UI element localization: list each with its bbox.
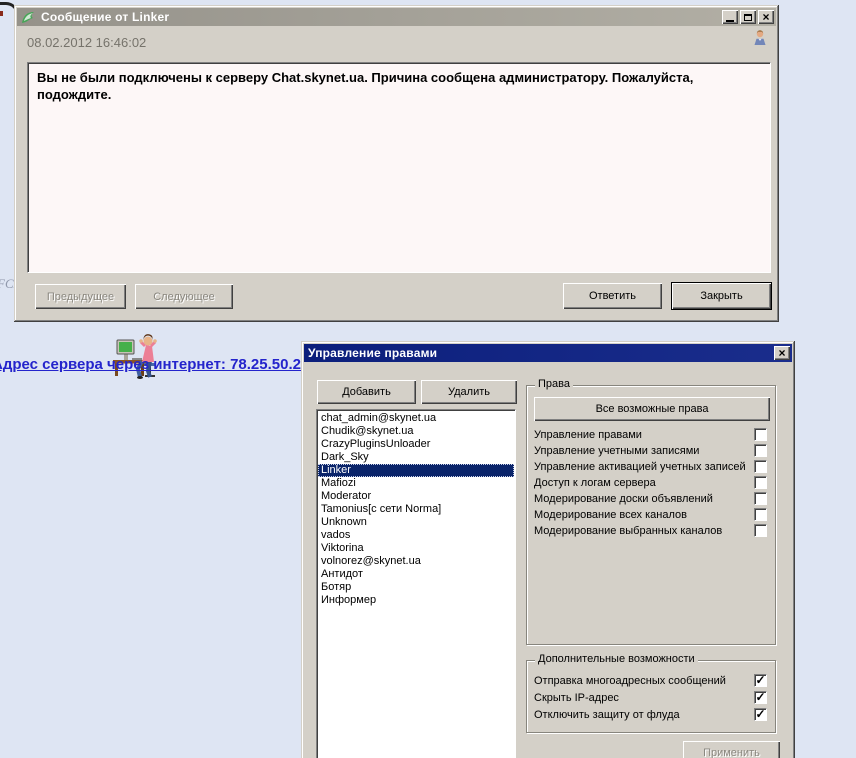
message-window-titlebar[interactable]: Сообщение от Linker × — [17, 8, 776, 26]
list-item[interactable]: CrazyPluginsUnloader — [318, 438, 514, 451]
list-item[interactable]: chat_admin@skynet.ua — [318, 412, 514, 425]
message-window-title: Сообщение от Linker — [41, 10, 170, 24]
list-item[interactable]: Unknown — [318, 516, 514, 529]
rights-window: Управление правами × Добавить Удалить ch… — [301, 341, 795, 758]
extra-label: Скрыть IP-адрес — [534, 692, 619, 704]
server-address-link[interactable]: Адрес сервера через интернет: 78.25.50.2… — [0, 356, 318, 373]
user-avatar-icon — [753, 29, 767, 48]
list-item[interactable]: Mafiozi — [318, 477, 514, 490]
rights-window-titlebar[interactable]: Управление правами × — [304, 344, 792, 362]
checkbox[interactable] — [754, 460, 767, 473]
list-item[interactable]: Viktorina — [318, 542, 514, 555]
add-user-button[interactable]: Добавить — [317, 380, 416, 404]
list-item[interactable]: Moderator — [318, 490, 514, 503]
checkbox[interactable] — [754, 428, 767, 441]
list-item[interactable]: volnorez@skynet.ua — [318, 555, 514, 568]
message-window: Сообщение от Linker × 08.02.2012 16:46:0… — [14, 5, 779, 322]
list-item-selected[interactable]: Linker — [318, 464, 514, 477]
right-label: Управление учетными записями — [534, 445, 700, 457]
rights-window-title: Управление правами — [308, 346, 438, 360]
close-window-button[interactable]: × — [774, 346, 790, 360]
right-label: Доступ к логам сервера — [534, 477, 656, 489]
rights-groupbox: Права Все возможные права Управление пра… — [526, 378, 776, 645]
maximize-button[interactable] — [740, 10, 756, 24]
right-label: Модерирование всех каналов — [534, 509, 687, 521]
next-message-button: Следующее — [135, 284, 233, 309]
extra-abilities-groupbox: Дополнительные возможности Отправка мног… — [526, 653, 776, 733]
checkbox[interactable] — [754, 691, 767, 704]
list-item[interactable]: vados — [318, 529, 514, 542]
message-timestamp: 08.02.2012 16:46:02 — [27, 35, 147, 50]
checkbox[interactable] — [754, 492, 767, 505]
checkbox[interactable] — [754, 444, 767, 457]
right-label: Управление активацией учетных записей — [534, 461, 746, 473]
list-item[interactable]: Tamonius[с сети Norma] — [318, 503, 514, 516]
checkbox[interactable] — [754, 524, 767, 537]
user-listbox[interactable]: chat_admin@skynet.ua Chudik@skynet.ua Cr… — [316, 409, 516, 758]
extra-label: Отправка многоадресных сообщений — [534, 675, 726, 687]
reply-button[interactable]: Ответить — [563, 283, 662, 309]
background-window-fragment — [0, 11, 3, 16]
close-window-button[interactable]: × — [758, 10, 774, 24]
list-item[interactable]: Ботяр — [318, 581, 514, 594]
checkbox[interactable] — [754, 708, 767, 721]
checkbox[interactable] — [754, 674, 767, 687]
previous-message-button: Предыдущее — [35, 284, 126, 309]
list-item[interactable]: Dark_Sky — [318, 451, 514, 464]
all-rights-button[interactable]: Все возможные права — [534, 397, 770, 421]
minimize-button[interactable] — [722, 10, 738, 24]
extra-groupbox-label: Дополнительные возможности — [535, 653, 698, 665]
right-label: Модерирование доски объявлений — [534, 493, 713, 505]
list-item[interactable]: Chudik@skynet.ua — [318, 425, 514, 438]
checkbox[interactable] — [754, 476, 767, 489]
apply-button: Применить — [683, 741, 780, 758]
rights-groupbox-label: Права — [535, 378, 573, 390]
desktop: FCL Адрес сервера через интернет: 78.25.… — [0, 0, 856, 758]
message-body-text: Вы не были подключены к серверу Chat.sky… — [37, 70, 694, 102]
list-item[interactable]: Информер — [318, 594, 514, 607]
checkbox[interactable] — [754, 508, 767, 521]
delete-user-button[interactable]: Удалить — [421, 380, 517, 404]
right-label: Управление правами — [534, 429, 642, 441]
messenger-icon — [21, 10, 37, 25]
right-label: Модерирование выбранных каналов — [534, 525, 723, 537]
list-item[interactable]: Антидот — [318, 568, 514, 581]
extra-label: Отключить защиту от флуда — [534, 709, 680, 721]
message-body-box: Вы не были подключены к серверу Chat.sky… — [27, 62, 771, 273]
close-message-button[interactable]: Закрыть — [672, 283, 771, 309]
